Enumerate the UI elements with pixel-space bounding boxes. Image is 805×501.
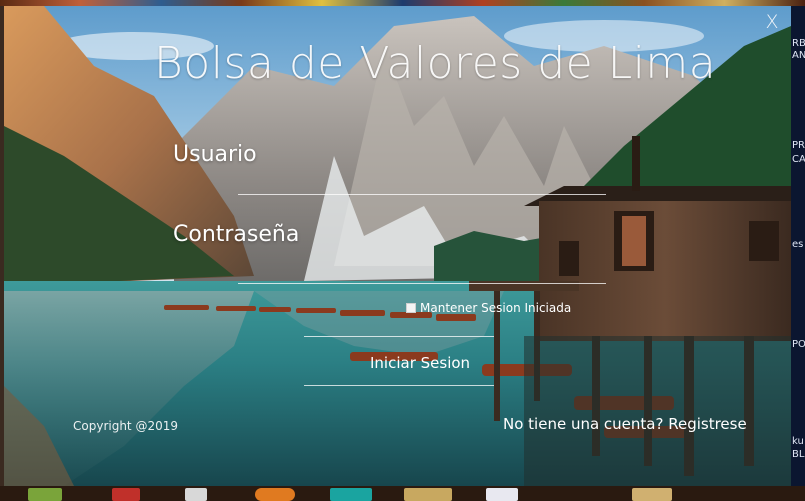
- app-title: Bolsa de Valores de Lima: [154, 38, 717, 89]
- password-label[interactable]: Contraseña: [173, 222, 299, 247]
- password-field-underline[interactable]: [238, 283, 606, 284]
- login-button[interactable]: Iniciar Sesion: [304, 336, 494, 386]
- login-dialog: X Bolsa de Valores de Lima Usuario Contr…: [4, 6, 791, 486]
- desktop-right-strip: RBU AN PR CA es PO ku BL: [791, 6, 805, 486]
- username-label[interactable]: Usuario: [173, 142, 257, 167]
- taskbar-app-icon[interactable]: [632, 488, 672, 501]
- remember-session-label[interactable]: Mantener Sesion Iniciada: [420, 301, 571, 315]
- desktop-label: ku: [792, 436, 804, 447]
- taskbar-app-icon[interactable]: [28, 488, 62, 501]
- taskbar-app-icon[interactable]: [112, 488, 140, 501]
- login-button-top-border: [304, 336, 494, 337]
- login-button-label: Iniciar Sesion: [370, 354, 471, 372]
- taskbar-app-icon[interactable]: [185, 488, 207, 501]
- register-link[interactable]: No tiene una cuenta? Registrese: [503, 415, 747, 433]
- close-button[interactable]: X: [761, 10, 783, 34]
- desktop-label: CA: [792, 154, 805, 165]
- desktop-label: PR: [792, 140, 805, 151]
- desktop-label: AN: [792, 50, 805, 61]
- username-field-underline[interactable]: [238, 194, 606, 195]
- copyright-text: Copyright @2019: [73, 419, 178, 433]
- desktop-label: BL: [792, 449, 805, 460]
- desktop-label: RBU: [792, 38, 805, 49]
- remember-session-option[interactable]: Mantener Sesion Iniciada: [406, 301, 571, 315]
- login-button-bottom-border: [304, 385, 494, 386]
- desktop-label: PO: [792, 339, 805, 350]
- taskbar-app-icon[interactable]: [486, 488, 518, 501]
- taskbar-app-icon[interactable]: [330, 488, 372, 501]
- desktop-label: es: [792, 239, 804, 250]
- taskbar-app-icon[interactable]: [255, 488, 295, 501]
- remember-session-checkbox[interactable]: [406, 303, 416, 313]
- taskbar-app-icon[interactable]: [404, 488, 452, 501]
